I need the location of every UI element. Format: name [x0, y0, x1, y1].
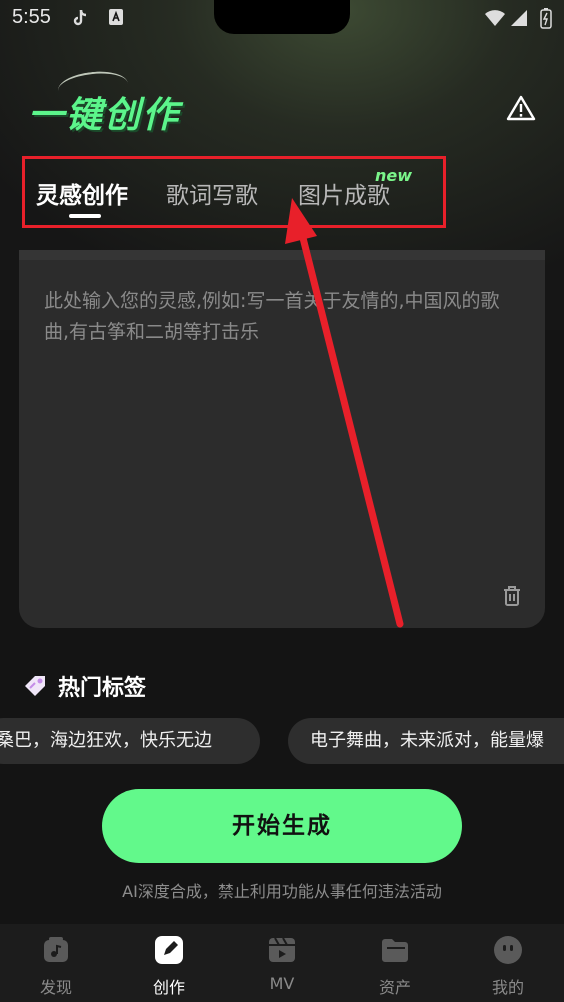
tab-lyrics-to-song[interactable]: 歌词写歌 — [166, 176, 258, 210]
signal-icon — [510, 9, 528, 31]
status-bar: 5:55 — [0, 0, 564, 40]
app-notification-icon — [108, 8, 124, 30]
wifi-icon — [484, 9, 506, 31]
disclaimer-text: AI深度合成，禁止利用功能从事任何违法活动 — [122, 882, 442, 901]
hot-tag-chip[interactable]: 电子舞曲，未来派对，能量爆 — [288, 718, 564, 764]
nav-label: 资产 — [378, 978, 411, 997]
camera-notch — [214, 0, 350, 34]
new-badge: new — [375, 166, 413, 185]
hot-tag-icon — [22, 673, 48, 699]
tab-active-indicator — [69, 214, 101, 218]
nav-label: 创作 — [152, 978, 185, 997]
nav-label: 发现 — [39, 978, 72, 997]
hot-tags-title: 热门标签 — [58, 676, 147, 701]
nav-item-create[interactable]: 创作 — [113, 924, 225, 1002]
page-title-logo: 一键创作 — [28, 95, 181, 136]
input-card-top-edge — [19, 250, 545, 260]
start-generate-button[interactable]: 开始生成 — [102, 789, 462, 863]
nav-label: MV — [269, 974, 295, 993]
nav-label: 我的 — [491, 978, 524, 997]
profile-icon — [492, 934, 524, 966]
nav-item-mv[interactable]: MV — [226, 924, 338, 1002]
battery-icon — [540, 7, 552, 33]
create-icon — [153, 934, 185, 966]
discover-icon — [40, 934, 72, 966]
hot-tag-chip[interactable]: 桑巴，海边狂欢，快乐无边 — [0, 718, 260, 764]
bottom-nav: 发现 创作 MV 资产 我的 — [0, 924, 564, 1002]
nav-item-assets[interactable]: 资产 — [339, 924, 451, 1002]
nav-item-profile[interactable]: 我的 — [452, 924, 564, 1002]
tiktok-icon — [70, 8, 90, 32]
warning-icon[interactable] — [506, 94, 536, 122]
inspiration-input-placeholder[interactable]: 此处输入您的灵感,例如:写一首关于友情的,中国风的歌曲,有古筝和二胡等打击乐 — [44, 286, 514, 348]
assets-icon — [379, 934, 411, 966]
mv-icon — [266, 934, 298, 966]
trash-icon[interactable] — [500, 584, 524, 608]
status-time: 5:55 — [12, 6, 51, 28]
nav-item-discover[interactable]: 发现 — [0, 924, 112, 1002]
tab-inspiration[interactable]: 灵感创作 — [36, 176, 128, 210]
